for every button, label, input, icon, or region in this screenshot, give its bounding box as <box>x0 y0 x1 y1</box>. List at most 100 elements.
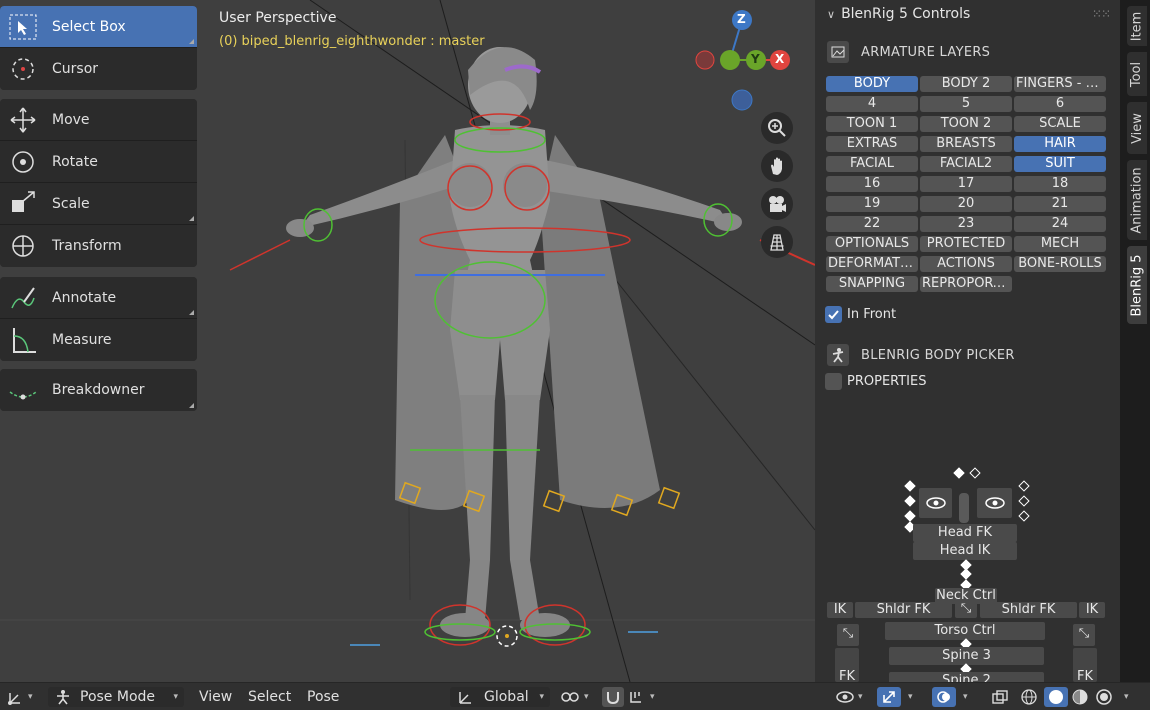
3d-viewport[interactable]: User Perspective (0) biped_blenrig_eight… <box>0 0 815 682</box>
layer-button[interactable]: DEFORMATI... <box>826 256 918 272</box>
ik-left-button[interactable]: IK <box>827 602 853 618</box>
tab-view[interactable]: View <box>1127 102 1147 154</box>
menu-pose[interactable]: Pose <box>307 687 339 707</box>
camera-view-button[interactable] <box>761 188 793 220</box>
snap-toggle[interactable] <box>602 687 624 707</box>
picker-diamond[interactable] <box>904 495 916 507</box>
layer-button[interactable]: EXTRAS <box>826 136 918 152</box>
snap-target-selector[interactable]: ▾ <box>628 687 655 707</box>
layer-button[interactable]: BODY <box>826 76 918 92</box>
gizmo-toggle[interactable] <box>877 687 901 707</box>
tool-scale[interactable]: Scale <box>0 183 197 225</box>
layer-button[interactable]: ACTIONS <box>920 256 1012 272</box>
layer-button[interactable]: PROTECTED <box>920 236 1012 252</box>
ik-right-button[interactable]: IK <box>1079 602 1105 618</box>
shading-rendered-button[interactable] <box>1095 687 1113 707</box>
layer-button[interactable]: HAIR <box>1014 136 1106 152</box>
editor-type-selector[interactable]: ▾ <box>6 687 33 707</box>
spine-3-button[interactable]: Spine 3 <box>889 647 1044 665</box>
picker-diamond[interactable] <box>1018 510 1030 522</box>
menu-view[interactable]: View <box>199 687 232 707</box>
picker-diamond[interactable] <box>904 510 916 522</box>
right-eye-control[interactable] <box>977 488 1012 518</box>
layer-button[interactable]: 18 <box>1014 176 1106 192</box>
layer-button[interactable]: FINGERS - T... <box>1014 76 1106 92</box>
layer-button[interactable]: 22 <box>826 216 918 232</box>
arm-right-switch-button[interactable]: ⤡ <box>1073 624 1095 646</box>
tool-measure[interactable]: Measure <box>0 319 197 361</box>
shading-material-button[interactable] <box>1071 687 1089 707</box>
layer-button[interactable]: 24 <box>1014 216 1106 232</box>
layer-button[interactable]: BODY 2 <box>920 76 1012 92</box>
properties-toggle[interactable]: PROPERTIES <box>825 373 927 390</box>
tool-move[interactable]: Move <box>0 99 197 141</box>
shading-solid-button[interactable] <box>1044 687 1068 707</box>
picker-diamond[interactable] <box>960 568 972 580</box>
picker-diamond[interactable] <box>1018 480 1030 492</box>
picker-diamond[interactable] <box>904 480 916 492</box>
overlays-menu[interactable]: ▾ <box>959 687 968 707</box>
layer-button[interactable]: TOON 2 <box>920 116 1012 132</box>
spine-2-button[interactable]: Spine 2 <box>889 672 1044 682</box>
layer-button[interactable]: FACIAL2 <box>920 156 1012 172</box>
layer-button[interactable]: 4 <box>826 96 918 112</box>
layer-button[interactable]: FACIAL <box>826 156 918 172</box>
layer-button[interactable]: BONE-ROLLS <box>1014 256 1106 272</box>
tool-transform[interactable]: Transform <box>0 225 197 267</box>
layer-button[interactable]: 20 <box>920 196 1012 212</box>
gizmo-menu[interactable]: ▾ <box>904 687 913 707</box>
in-front-toggle[interactable]: In Front <box>825 306 896 323</box>
layer-button[interactable]: SCALE <box>1014 116 1106 132</box>
shoulder-fk-left-button[interactable]: Shldr FK <box>855 602 952 618</box>
orientation-gizmo[interactable]: Z Y X <box>690 8 800 118</box>
drag-handle-icon[interactable]: ⁙⁙ <box>1092 7 1111 21</box>
fk-right-label[interactable]: FK <box>1067 670 1103 683</box>
tool-cursor[interactable]: Cursor <box>0 48 197 90</box>
pivot-point-selector[interactable]: ▾ <box>560 687 589 707</box>
layer-button[interactable]: 6 <box>1014 96 1106 112</box>
layer-button[interactable]: BREASTS <box>920 136 1012 152</box>
layer-button[interactable]: OPTIONALS <box>826 236 918 252</box>
layer-button[interactable]: 23 <box>920 216 1012 232</box>
tool-breakdowner[interactable]: Breakdowner <box>0 369 197 411</box>
tab-animation[interactable]: Animation <box>1127 160 1147 240</box>
head-ik-button[interactable]: Head IK <box>913 542 1017 560</box>
picker-diamond[interactable] <box>969 467 981 479</box>
layer-button[interactable]: SNAPPING <box>826 276 918 292</box>
layer-button[interactable]: SUIT <box>1014 156 1106 172</box>
layer-button[interactable]: 17 <box>920 176 1012 192</box>
tab-blenrig-5[interactable]: BlenRig 5 <box>1127 246 1147 324</box>
overlays-toggle[interactable] <box>932 687 956 707</box>
tool-annotate[interactable]: Annotate <box>0 277 197 319</box>
layer-button[interactable]: 19 <box>826 196 918 212</box>
fk-left-label[interactable]: FK <box>829 670 865 683</box>
layer-button[interactable]: TOON 1 <box>826 116 918 132</box>
layer-button[interactable]: REPROPORT... <box>920 276 1012 292</box>
menu-select[interactable]: Select <box>248 687 291 707</box>
tab-tool[interactable]: Tool <box>1127 52 1147 96</box>
projection-toggle-button[interactable] <box>761 226 793 258</box>
arm-left-switch-button[interactable]: ⤡ <box>837 624 859 646</box>
mode-selector[interactable]: Pose Mode ▾ <box>48 687 184 707</box>
panel-header[interactable]: ∨ BlenRig 5 Controls <box>827 6 970 22</box>
shading-wireframe-button[interactable] <box>1020 687 1038 707</box>
tool-rotate[interactable]: Rotate <box>0 141 197 183</box>
tool-select-box[interactable]: Select Box <box>0 6 197 48</box>
layer-button[interactable]: 5 <box>920 96 1012 112</box>
layer-button[interactable]: 16 <box>826 176 918 192</box>
shoulder-fk-right-button[interactable]: Shldr FK <box>980 602 1077 618</box>
pan-button[interactable] <box>761 150 793 182</box>
properties-checkbox[interactable] <box>825 373 842 390</box>
layer-button[interactable]: MECH <box>1014 236 1106 252</box>
shoulder-swap-button[interactable]: ⤡ <box>955 602 977 618</box>
visibility-selector[interactable]: ▾ <box>836 687 863 707</box>
layer-button[interactable]: 21 <box>1014 196 1106 212</box>
zoom-button[interactable] <box>761 112 793 144</box>
nose-control[interactable] <box>959 493 969 523</box>
left-eye-control[interactable] <box>919 488 952 518</box>
orientation-selector[interactable]: Global ▾ <box>450 687 550 707</box>
tab-item[interactable]: Item <box>1127 6 1147 46</box>
picker-diamond[interactable] <box>1018 495 1030 507</box>
xray-toggle[interactable] <box>991 687 1009 707</box>
in-front-checkbox[interactable] <box>825 306 842 323</box>
